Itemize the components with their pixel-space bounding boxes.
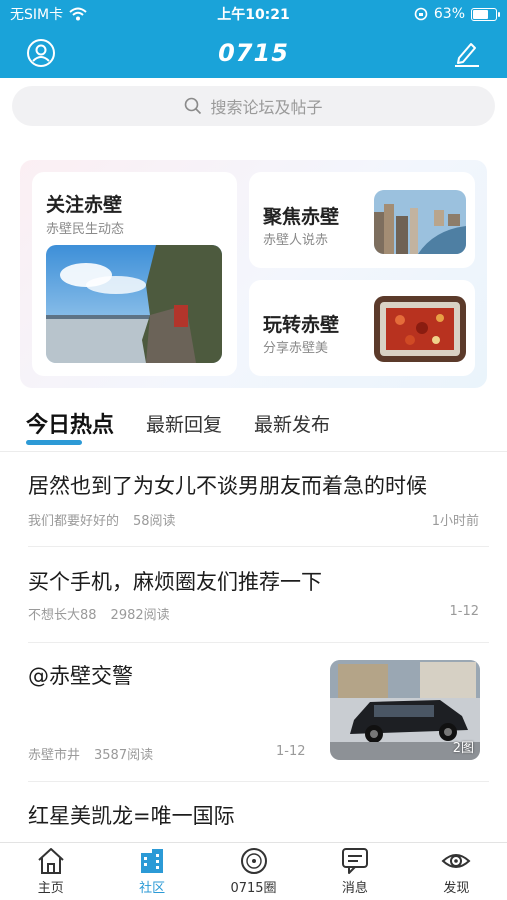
battery-percent: 63% bbox=[433, 6, 465, 22]
user-icon bbox=[27, 39, 55, 67]
card-spotlight-chibi[interactable]: 聚焦赤壁 赤壁人说赤 bbox=[249, 172, 475, 268]
search-icon bbox=[185, 97, 202, 115]
list-item[interactable]: 居然也到了为女儿不谈男朋友而着急的时候 我们都要好好的 58阅读 1小时前 bbox=[0, 452, 507, 548]
home-icon bbox=[38, 848, 64, 874]
status-bar: 无SIM卡 上午10:21 63% bbox=[0, 0, 507, 28]
circle-icon bbox=[240, 848, 267, 874]
post-reads: 58阅读 bbox=[133, 514, 176, 529]
profile-button[interactable] bbox=[24, 36, 58, 70]
compose-button[interactable] bbox=[449, 36, 483, 70]
post-time: 1小时前 bbox=[431, 514, 479, 529]
edit-icon bbox=[454, 43, 479, 67]
tab-label: 今日热点 bbox=[26, 413, 115, 438]
post-meta: 不想长大88 2982阅读 bbox=[28, 604, 170, 623]
card-subtitle: 分享赤壁美 bbox=[263, 341, 329, 356]
discover-icon bbox=[441, 854, 471, 868]
card-title: 关注赤壁 bbox=[46, 194, 123, 216]
community-icon bbox=[141, 849, 164, 873]
tab-active-indicator bbox=[26, 440, 82, 445]
tab-label: 最新发布 bbox=[254, 413, 331, 436]
card-subtitle: 赤壁人说赤 bbox=[263, 233, 329, 248]
app-title: 0715 bbox=[218, 39, 289, 67]
tab-bar-discover[interactable]: 发现 bbox=[406, 843, 507, 900]
nav-bar: 0715 bbox=[0, 28, 507, 78]
tab-bar-community[interactable]: 社区 bbox=[101, 843, 202, 900]
card-subtitle: 赤壁民生动态 bbox=[46, 222, 125, 237]
cliff-photo bbox=[46, 245, 222, 363]
post-title: 红星美凯龙=唯一国际 bbox=[28, 804, 235, 828]
list-item[interactable]: @赤壁交警 赤壁市井 3587阅读 1-12 2图 bbox=[0, 644, 507, 782]
rotation-lock-icon bbox=[414, 7, 428, 21]
tab-bar-label: 消息 bbox=[341, 881, 368, 896]
post-author: 不想长大88 bbox=[28, 608, 97, 623]
post-author: 我们都要好好的 bbox=[28, 514, 120, 529]
clock: 上午10:21 bbox=[217, 7, 290, 23]
tab-label: 最新回复 bbox=[146, 413, 223, 436]
feature-cards-panel: 关注赤壁 赤壁民生动态 聚焦赤壁 赤壁人说赤 玩转赤壁 分享赤壁美 bbox=[20, 160, 487, 388]
tab-bar-label: 主页 bbox=[37, 881, 64, 896]
card-focus-chibi[interactable]: 关注赤壁 赤壁民生动态 bbox=[32, 172, 237, 376]
list-item[interactable]: 买个手机，麻烦圈友们推荐一下 不想长大88 2982阅读 1-12 bbox=[0, 548, 507, 644]
tab-bar-label: 发现 bbox=[443, 881, 470, 896]
tab-latest-post[interactable]: 最新发布 bbox=[254, 410, 330, 437]
carrier-text: 无SIM卡 bbox=[10, 7, 64, 23]
post-meta: 我们都要好好的 58阅读 bbox=[28, 510, 176, 529]
city-photo bbox=[374, 190, 466, 254]
post-divider bbox=[28, 546, 489, 547]
tab-today-hot[interactable]: 今日热点 bbox=[26, 407, 115, 445]
list-item[interactable]: 红星美凯龙=唯一国际 bbox=[0, 782, 507, 842]
wifi-icon bbox=[69, 7, 87, 21]
search-bar[interactable]: 搜索论坛及帖子 bbox=[12, 86, 495, 126]
feed-tabs: 今日热点 最新回复 最新发布 bbox=[0, 400, 507, 446]
food-photo bbox=[374, 296, 466, 362]
post-reads: 3587阅读 bbox=[94, 748, 154, 763]
search-placeholder: 搜索论坛及帖子 bbox=[210, 98, 323, 117]
tab-bar-messages[interactable]: 消息 bbox=[304, 843, 405, 900]
tab-bar-circle[interactable]: 0715圈 bbox=[203, 843, 304, 900]
battery-icon bbox=[471, 7, 500, 21]
image-count-badge: 2图 bbox=[452, 741, 474, 756]
post-meta: 赤壁市井 3587阅读 bbox=[28, 744, 153, 763]
card-title: 聚焦赤壁 bbox=[263, 206, 340, 228]
post-title: 居然也到了为女儿不谈男朋友而着急的时候 bbox=[28, 474, 427, 498]
post-reads: 2982阅读 bbox=[110, 608, 170, 623]
card-title: 玩转赤壁 bbox=[263, 314, 340, 336]
tab-bar-home[interactable]: 主页 bbox=[0, 843, 101, 900]
post-title: 买个手机，麻烦圈友们推荐一下 bbox=[28, 570, 322, 594]
card-fun-chibi[interactable]: 玩转赤壁 分享赤壁美 bbox=[249, 280, 475, 376]
post-thumbnail: 2图 bbox=[330, 660, 480, 760]
tab-bar-label: 0715圈 bbox=[230, 881, 277, 896]
post-author: 赤壁市井 bbox=[28, 748, 81, 763]
post-title: @赤壁交警 bbox=[28, 664, 133, 688]
post-time: 1-12 bbox=[276, 744, 306, 759]
post-divider bbox=[28, 642, 489, 643]
post-time: 1-12 bbox=[449, 604, 479, 619]
tab-latest-reply[interactable]: 最新回复 bbox=[146, 410, 222, 437]
bottom-tab-bar: 主页 社区 0715圈 消息 发现 bbox=[0, 842, 507, 900]
message-icon bbox=[341, 848, 368, 874]
tab-bar-label: 社区 bbox=[139, 881, 166, 896]
